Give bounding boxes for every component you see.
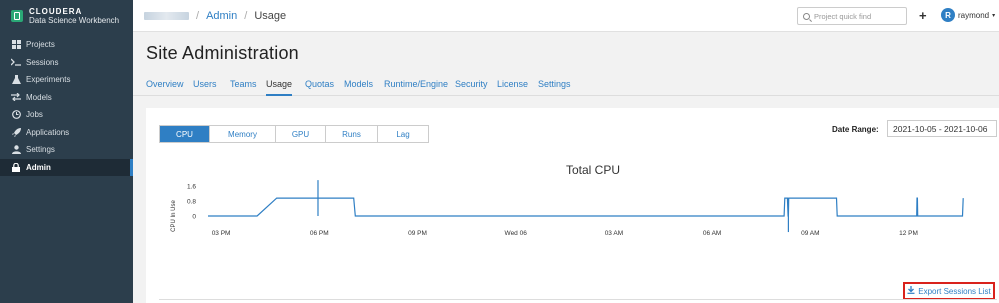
sidebar-item-jobs[interactable]: Jobs [0, 106, 133, 124]
tab-settings[interactable]: Settings [538, 77, 571, 96]
cloudera-logo-icon [11, 10, 23, 22]
search-icon [803, 12, 810, 20]
projects-icon [11, 40, 21, 50]
x-tick-label: 03 AM [605, 230, 623, 237]
page-title: Site Administration [146, 43, 299, 63]
cpu-series-line [208, 197, 964, 217]
sidebar-item-label: Settings [26, 145, 55, 155]
search-input[interactable] [814, 11, 899, 21]
breadcrumb-separator: / [244, 9, 248, 22]
metric-memory-button[interactable]: Memory [210, 126, 276, 142]
sidebar-item-label: Applications [26, 127, 70, 137]
sidebar-item-label: Models [26, 92, 52, 102]
tab-runtime-engine[interactable]: Runtime/Engine [384, 77, 448, 96]
sidebar-item-admin[interactable]: Admin [0, 158, 133, 176]
metric-cpu-button[interactable]: CPU [160, 126, 210, 142]
sidebar-item-settings[interactable]: Settings [0, 141, 133, 159]
sidebar-item-label: Admin [26, 162, 51, 172]
flask-icon [11, 75, 21, 85]
sidebar-item-sessions[interactable]: Sessions [0, 54, 133, 72]
tab-users[interactable]: Users [193, 77, 217, 96]
divider [159, 299, 997, 300]
breadcrumb-project-redacted[interactable] [144, 11, 189, 20]
tab-overview[interactable]: Overview [146, 77, 184, 96]
chevron-down-icon: ▾ [992, 12, 996, 19]
tab-license[interactable]: License [497, 77, 528, 96]
user-menu[interactable]: R raymond ▾ [941, 8, 995, 22]
chart-title: Total CPU [566, 163, 621, 177]
tab-usage[interactable]: Usage [266, 77, 293, 96]
sidebar-nav: Projects Sessions Experiments Models Job… [0, 36, 133, 176]
tab-quotas[interactable]: Quotas [305, 77, 334, 96]
y-tick-label: 0 [192, 214, 196, 221]
metric-gpu-button[interactable]: GPU [276, 126, 326, 142]
sidebar-item-label: Projects [26, 40, 55, 50]
top-bar: / Admin / Usage + R raymond ▾ [133, 0, 999, 32]
date-range-label: Date Range: [832, 125, 879, 134]
user-name: raymond [958, 10, 990, 20]
date-range-input[interactable] [887, 120, 997, 137]
sidebar-item-applications[interactable]: Applications [0, 124, 133, 142]
sidebar-item-label: Experiments [26, 75, 71, 85]
x-tick-label: 12 PM [899, 230, 918, 237]
metric-selector: CPU Memory GPU Runs Lag [159, 125, 429, 143]
download-icon [907, 286, 915, 296]
x-tick-label: 03 PM [212, 230, 231, 237]
add-button[interactable]: + [919, 8, 927, 23]
brand-subtitle: Data Science Workbench [29, 16, 120, 25]
x-tick-label: 06 AM [703, 230, 721, 237]
sidebar-item-label: Jobs [26, 110, 43, 120]
x-tick-label: 09 AM [801, 230, 819, 237]
sidebar-item-label: Sessions [26, 57, 59, 67]
sidebar-item-projects[interactable]: Projects [0, 36, 133, 54]
tab-models[interactable]: Models [344, 77, 373, 96]
user-icon [11, 145, 21, 155]
export-sessions-button[interactable]: Export Sessions List [903, 282, 995, 300]
project-quick-find[interactable] [797, 7, 907, 25]
sidebar-item-models[interactable]: Models [0, 89, 133, 107]
sidebar: CLOUDERA Data Science Workbench Projects… [0, 0, 133, 303]
lock-icon [11, 162, 21, 172]
x-tick-label: 09 PM [408, 230, 427, 237]
sidebar-item-experiments[interactable]: Experiments [0, 71, 133, 89]
breadcrumb-current: Usage [254, 9, 287, 22]
brand-name: CLOUDERA [29, 7, 83, 16]
y-tick-label: 0.8 [187, 198, 196, 205]
export-label: Export Sessions List [918, 286, 991, 296]
y-axis-label: CPU In Use [171, 200, 177, 232]
clock-icon [11, 110, 21, 120]
rocket-icon [11, 127, 21, 137]
breadcrumb-admin-link[interactable]: Admin [206, 10, 237, 22]
avatar: R [941, 8, 955, 22]
terminal-icon [11, 58, 21, 66]
brand[interactable]: CLOUDERA Data Science Workbench [0, 0, 133, 32]
tab-security[interactable]: Security [455, 77, 488, 96]
metric-runs-button[interactable]: Runs [326, 126, 378, 142]
cpu-chart: CPU In Use 1.6 0.8 0 03 PM 06 PM 09 PM Wed 06… [171, 180, 964, 237]
metric-lag-button[interactable]: Lag [378, 126, 428, 142]
usage-panel: CPU Memory GPU Runs Lag Date Range: Tota… [146, 108, 999, 303]
tab-teams[interactable]: Teams [230, 77, 257, 96]
admin-tabs: Overview Users Teams Usage Quotas Models… [133, 77, 999, 96]
x-tick-label: Wed 06 [505, 230, 528, 237]
exchange-icon [11, 93, 21, 102]
x-tick-label: 06 PM [310, 230, 329, 237]
breadcrumb-separator: / [196, 9, 200, 22]
y-tick-label: 1.6 [187, 183, 196, 190]
